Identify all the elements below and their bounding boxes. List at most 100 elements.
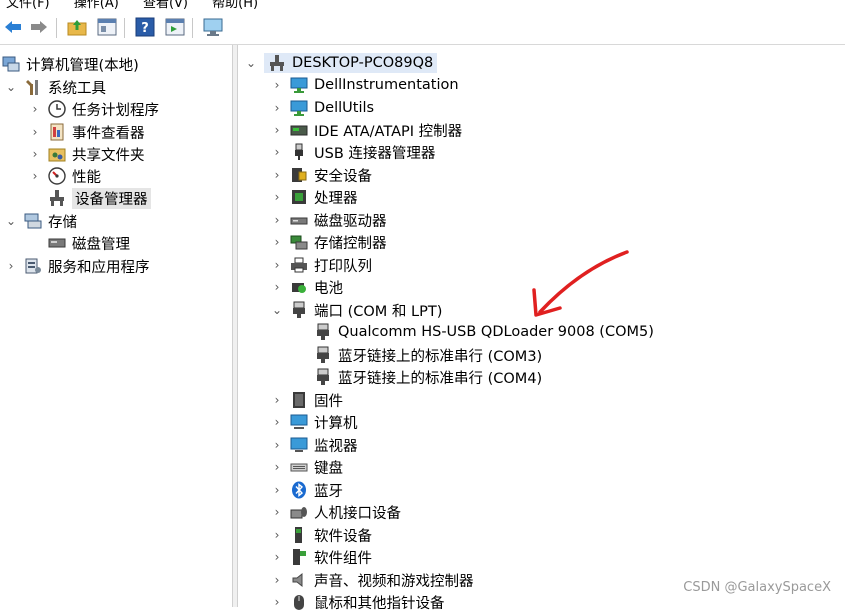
tree-label: 共享文件夹: [72, 147, 145, 164]
tree-label: 设备管理器: [72, 187, 151, 209]
chevron-right-icon[interactable]: ›: [270, 258, 284, 272]
device-label: USB 连接器管理器: [314, 145, 436, 162]
device-category[interactable]: › 鼠标和其他指针设备: [270, 591, 445, 613]
tree-node-task-scheduler[interactable]: › 任务计划程序: [28, 98, 159, 120]
chevron-right-icon[interactable]: ›: [270, 528, 284, 542]
device-category[interactable]: › 电池: [270, 276, 343, 298]
chevron-right-icon[interactable]: ›: [270, 190, 284, 204]
monitor-icon[interactable]: [202, 16, 224, 38]
device-category[interactable]: › 软件组件: [270, 546, 372, 568]
menu-view[interactable]: 查看(V): [137, 0, 188, 11]
forward-arrow-icon[interactable]: [28, 16, 50, 38]
event-viewer-icon: [48, 123, 66, 141]
chevron-down-icon[interactable]: ⌄: [4, 80, 18, 94]
tree-node-device-manager[interactable]: 设备管理器: [48, 187, 151, 209]
tree-node-event-viewer[interactable]: › 事件查看器: [28, 121, 145, 143]
device-port-com4[interactable]: 蓝牙链接上的标准串行 (COM4): [314, 366, 542, 388]
help-icon[interactable]: ?: [134, 16, 156, 38]
chevron-right-icon[interactable]: ›: [4, 259, 18, 273]
chevron-right-icon[interactable]: ›: [270, 280, 284, 294]
tree-node-system-tools[interactable]: ⌄ 系统工具: [4, 76, 106, 98]
device-label: DellInstrumentation: [314, 77, 459, 93]
chevron-right-icon[interactable]: ›: [28, 169, 42, 183]
device-label: 打印队列: [314, 258, 372, 275]
device-label: 计算机: [314, 415, 358, 432]
chevron-right-icon[interactable]: ›: [270, 123, 284, 137]
chevron-right-icon[interactable]: ›: [270, 168, 284, 182]
device-label: 磁盘驱动器: [314, 213, 387, 230]
device-category[interactable]: › 打印队列: [270, 254, 372, 276]
device-category[interactable]: › 磁盘驱动器: [270, 209, 387, 231]
chevron-right-icon[interactable]: ›: [270, 483, 284, 497]
cpu-icon: [290, 188, 308, 206]
device-category[interactable]: › 安全设备: [270, 164, 372, 186]
tree-label: 计算机管理(本地): [26, 57, 139, 74]
device-category[interactable]: › 监视器: [270, 434, 358, 456]
device-category-ports[interactable]: ⌄ 端口 (COM 和 LPT): [270, 299, 442, 321]
tree-label: 性能: [72, 169, 101, 186]
folder-up-icon[interactable]: [66, 16, 88, 38]
firmware-icon: [290, 391, 308, 409]
device-category[interactable]: › 计算机: [270, 411, 358, 433]
tree-node-shared-folders[interactable]: › 共享文件夹: [28, 143, 145, 165]
device-label: 蓝牙: [314, 483, 343, 500]
chevron-right-icon[interactable]: ›: [270, 438, 284, 452]
port-icon: [314, 368, 332, 386]
properties-icon[interactable]: [96, 16, 118, 38]
device-tree-root[interactable]: ⌄ DESKTOP-PCO89Q8: [244, 52, 438, 74]
device-category[interactable]: › DellInstrumentation: [270, 74, 459, 96]
device-label: 蓝牙链接上的标准串行 (COM3): [338, 348, 543, 365]
device-label: DellUtils: [314, 100, 375, 116]
chevron-right-icon[interactable]: ›: [270, 505, 284, 519]
chevron-right-icon[interactable]: ›: [28, 102, 42, 116]
device-category[interactable]: › IDE ATA/ATAPI 控制器: [270, 119, 463, 141]
console-icon[interactable]: [164, 16, 186, 38]
device-category[interactable]: › 声音、视频和游戏控制器: [270, 569, 474, 591]
device-label: 软件组件: [314, 550, 372, 567]
chevron-right-icon[interactable]: ›: [270, 235, 284, 249]
device-label: 安全设备: [314, 168, 372, 185]
chevron-down-icon[interactable]: ⌄: [270, 303, 284, 317]
menu-help[interactable]: 帮助(H): [206, 0, 258, 11]
device-category[interactable]: › 存储控制器: [270, 231, 387, 253]
tree-node-services-applications[interactable]: › 服务和应用程序: [4, 255, 150, 277]
chevron-right-icon[interactable]: ›: [270, 213, 284, 227]
tree-node-disk-management[interactable]: 磁盘管理: [48, 232, 130, 254]
chevron-right-icon[interactable]: ›: [28, 125, 42, 139]
monitor-icon: [290, 76, 308, 94]
chevron-right-icon[interactable]: ›: [270, 145, 284, 159]
chevron-right-icon[interactable]: ›: [270, 460, 284, 474]
device-category[interactable]: › 键盘: [270, 456, 343, 478]
device-category[interactable]: › DellUtils: [270, 97, 374, 119]
device-category[interactable]: › 处理器: [270, 186, 358, 208]
disk-management-icon: [48, 234, 66, 252]
menu-action[interactable]: 操作(A): [68, 0, 119, 11]
chevron-right-icon[interactable]: ›: [270, 101, 284, 115]
svg-text:?: ?: [141, 21, 149, 36]
device-category[interactable]: › 固件: [270, 389, 343, 411]
chevron-down-icon[interactable]: ⌄: [244, 56, 258, 70]
device-category[interactable]: › 人机接口设备: [270, 501, 401, 523]
port-icon: [314, 323, 332, 341]
chevron-right-icon[interactable]: ›: [270, 550, 284, 564]
chevron-right-icon[interactable]: ›: [270, 415, 284, 429]
ide-icon: [290, 121, 308, 139]
device-label: 监视器: [314, 438, 358, 455]
tree-node-computer-management[interactable]: 计算机管理(本地): [2, 53, 139, 75]
tree-node-storage[interactable]: ⌄ 存储: [4, 210, 77, 232]
device-category[interactable]: › 蓝牙: [270, 479, 343, 501]
tree-node-performance[interactable]: › 性能: [28, 165, 101, 187]
chevron-right-icon[interactable]: ›: [270, 393, 284, 407]
chevron-right-icon[interactable]: ›: [28, 147, 42, 161]
chevron-right-icon[interactable]: ›: [270, 573, 284, 587]
chevron-right-icon[interactable]: ›: [270, 78, 284, 92]
toolbar-separator: [56, 18, 57, 38]
device-port-com3[interactable]: 蓝牙链接上的标准串行 (COM3): [314, 344, 542, 366]
chevron-down-icon[interactable]: ⌄: [4, 214, 18, 228]
device-category[interactable]: › USB 连接器管理器: [270, 141, 435, 163]
software-component-icon: [290, 548, 308, 566]
device-category[interactable]: › 软件设备: [270, 524, 372, 546]
root-computer-name: DESKTOP-PCO89Q8: [292, 55, 434, 71]
back-arrow-icon[interactable]: [2, 16, 24, 38]
menu-file[interactable]: 文件(F): [0, 0, 50, 11]
